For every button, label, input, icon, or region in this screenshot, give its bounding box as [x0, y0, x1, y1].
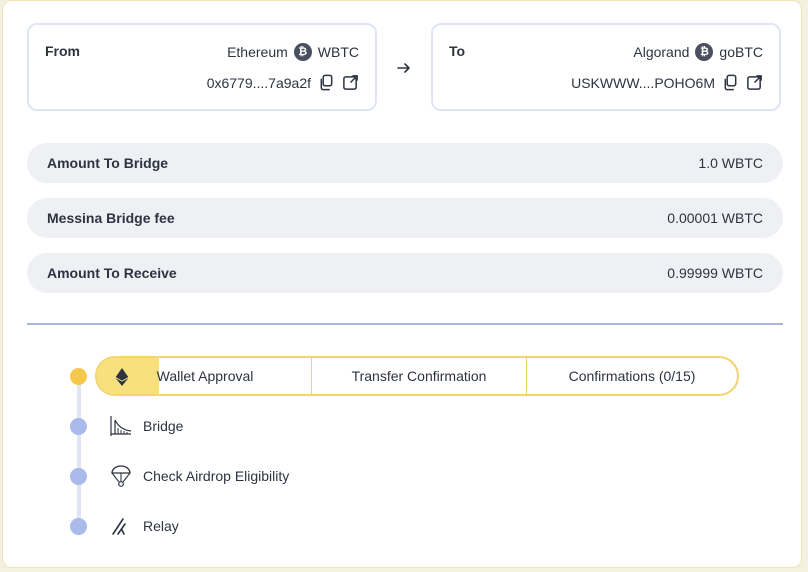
external-link-icon[interactable] — [342, 74, 359, 91]
arrow-right-icon — [397, 63, 410, 73]
summary-value: 0.00001 WBTC — [667, 210, 763, 226]
step-bridge: Bridge — [109, 414, 183, 438]
to-network-line: Algorand ₿ goBTC — [633, 43, 763, 61]
to-network: Algorand — [633, 44, 690, 60]
timeline-dot — [70, 468, 87, 485]
timeline-dot-active — [70, 368, 87, 385]
step-label: Check Airdrop Eligibility — [143, 468, 290, 484]
tab-confirmations[interactable]: Confirmations (0/15) — [527, 358, 737, 394]
parachute-icon — [109, 464, 133, 488]
bridge-panel: From Ethereum ₿ WBTC 0x6779....7a9a2f To… — [2, 0, 802, 568]
to-card: To Algorand ₿ goBTC USKWWW....POHO6M — [431, 23, 781, 111]
summary-key: Amount To Bridge — [47, 155, 169, 171]
summary-row-amount-to-receive: Amount To Receive 0.99999 WBTC — [27, 253, 783, 293]
summary-row-amount-to-bridge: Amount To Bridge 1.0 WBTC — [27, 143, 783, 183]
relay-icon — [109, 514, 133, 538]
summary-key: Messina Bridge fee — [47, 210, 175, 226]
tab-wallet-approval[interactable]: Wallet Approval — [97, 358, 312, 394]
tab-label: Wallet Approval — [156, 368, 254, 384]
ethereum-icon — [115, 368, 129, 386]
bitcoin-icon: ₿ — [695, 43, 714, 61]
from-card: From Ethereum ₿ WBTC 0x6779....7a9a2f — [27, 23, 377, 111]
summary-key: Amount To Receive — [47, 265, 177, 281]
tab-label: Confirmations (0/15) — [568, 368, 696, 384]
progress-tabs: Wallet Approval Transfer Confirmation Co… — [95, 356, 739, 396]
from-network: Ethereum — [227, 44, 288, 60]
from-token: WBTC — [317, 44, 359, 60]
tab-label: Transfer Confirmation — [351, 368, 487, 384]
bitcoin-icon: ₿ — [293, 43, 312, 61]
to-address: USKWWW....POHO6M — [571, 74, 715, 91]
summary-value: 1.0 WBTC — [698, 155, 763, 171]
from-address-line: 0x6779....7a9a2f — [207, 74, 359, 91]
summary-row-bridge-fee: Messina Bridge fee 0.00001 WBTC — [27, 198, 783, 238]
step-label: Bridge — [143, 418, 184, 434]
step-label: Relay — [143, 518, 179, 534]
external-link-icon[interactable] — [746, 74, 763, 91]
step-relay: Relay — [109, 514, 179, 538]
timeline-dot — [70, 418, 87, 435]
step-check-airdrop: Check Airdrop Eligibility — [109, 464, 289, 488]
to-address-line: USKWWW....POHO6M — [571, 74, 763, 91]
copy-icon[interactable] — [722, 74, 739, 91]
divider — [27, 323, 783, 325]
timeline-line — [77, 377, 81, 527]
tab-transfer-confirmation[interactable]: Transfer Confirmation — [312, 358, 527, 394]
from-address: 0x6779....7a9a2f — [206, 74, 311, 91]
copy-icon[interactable] — [318, 74, 335, 91]
to-token: goBTC — [719, 44, 763, 60]
summary-value: 0.99999 WBTC — [667, 265, 763, 281]
to-label: To — [449, 43, 466, 59]
timeline-dot — [70, 518, 87, 535]
from-label: From — [45, 43, 80, 59]
from-network-line: Ethereum ₿ WBTC — [227, 43, 359, 61]
bridge-icon — [109, 414, 133, 438]
